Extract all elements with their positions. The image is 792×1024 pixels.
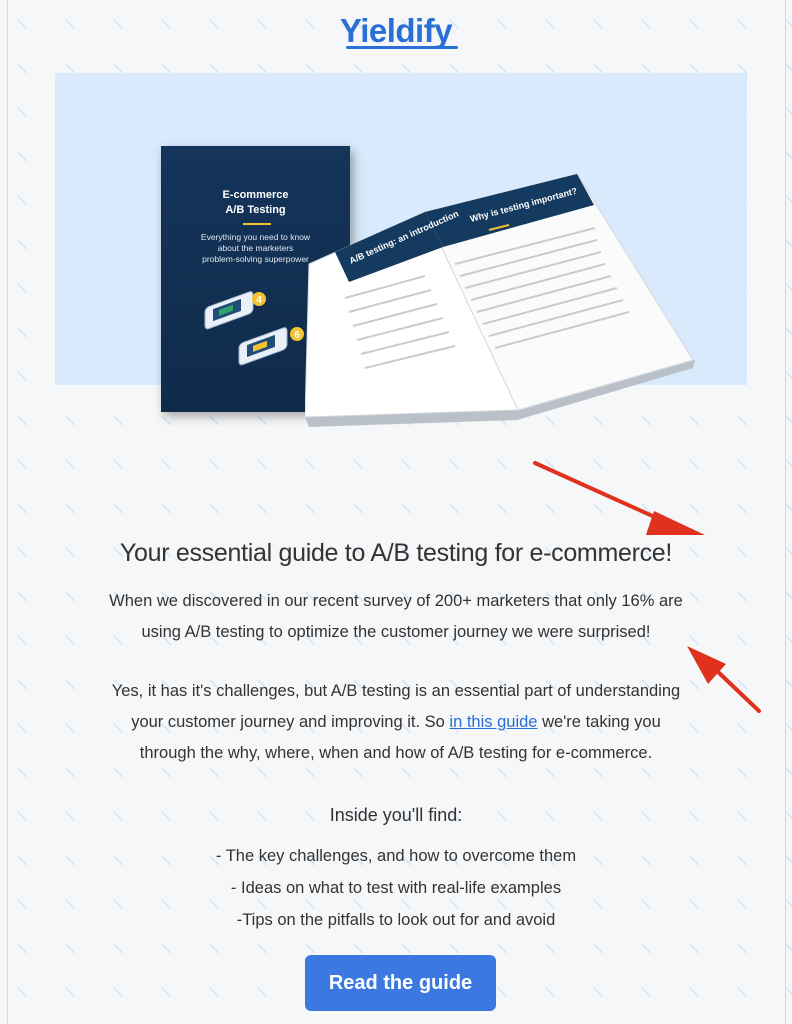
open-ebook-illustration: Why is testing important? A/B testing: a… <box>305 173 695 427</box>
inside-list-item: - The key challenges, and how to overcom… <box>215 847 577 865</box>
guide-inline-link[interactable]: in this guide <box>449 713 537 731</box>
brand-logo-text: Yieldify <box>339 12 453 49</box>
body-paragraph: Yes, it has it's challenges, but A/B tes… <box>60 676 732 769</box>
intro-line1: When we discovered in our recent survey … <box>109 592 683 610</box>
intro-paragraph: When we discovered in our recent survey … <box>60 586 732 648</box>
body-line2-after: we're taking you <box>537 713 661 731</box>
badge-2-text: 6 <box>294 330 300 341</box>
body-line2: your customer journey and improving it. … <box>60 707 732 738</box>
cover-accent-line <box>243 223 271 225</box>
body-line1: Yes, it has it's challenges, but A/B tes… <box>111 682 681 700</box>
phones-illustration: 4 6 <box>204 291 304 366</box>
inside-list: - The key challenges, and how to overcom… <box>0 840 792 936</box>
email-card: Yieldify E-commerce A/B Testing Everythi… <box>0 0 792 1024</box>
logo-underline <box>346 46 458 49</box>
intro-line2: using A/B testing to optimize the custom… <box>141 623 651 641</box>
headline: Your essential guide to A/B testing for … <box>119 539 673 567</box>
body-line3: through the why, where, when and how of … <box>139 744 653 762</box>
body-line2-before: your customer journey and improving it. … <box>131 713 450 731</box>
badge-1-text: 4 <box>256 295 262 306</box>
phone-2-icon <box>238 327 288 366</box>
inside-list-item: - Ideas on what to test with real-life e… <box>230 879 562 897</box>
inside-heading: Inside you'll find: <box>329 805 463 825</box>
brand-logo[interactable]: Yieldify <box>0 12 792 50</box>
phone-1-icon <box>204 291 254 330</box>
read-guide-button[interactable]: Read the guide <box>305 955 496 1011</box>
inside-list-item: -Tips on the pitfalls to look out for an… <box>236 911 556 929</box>
